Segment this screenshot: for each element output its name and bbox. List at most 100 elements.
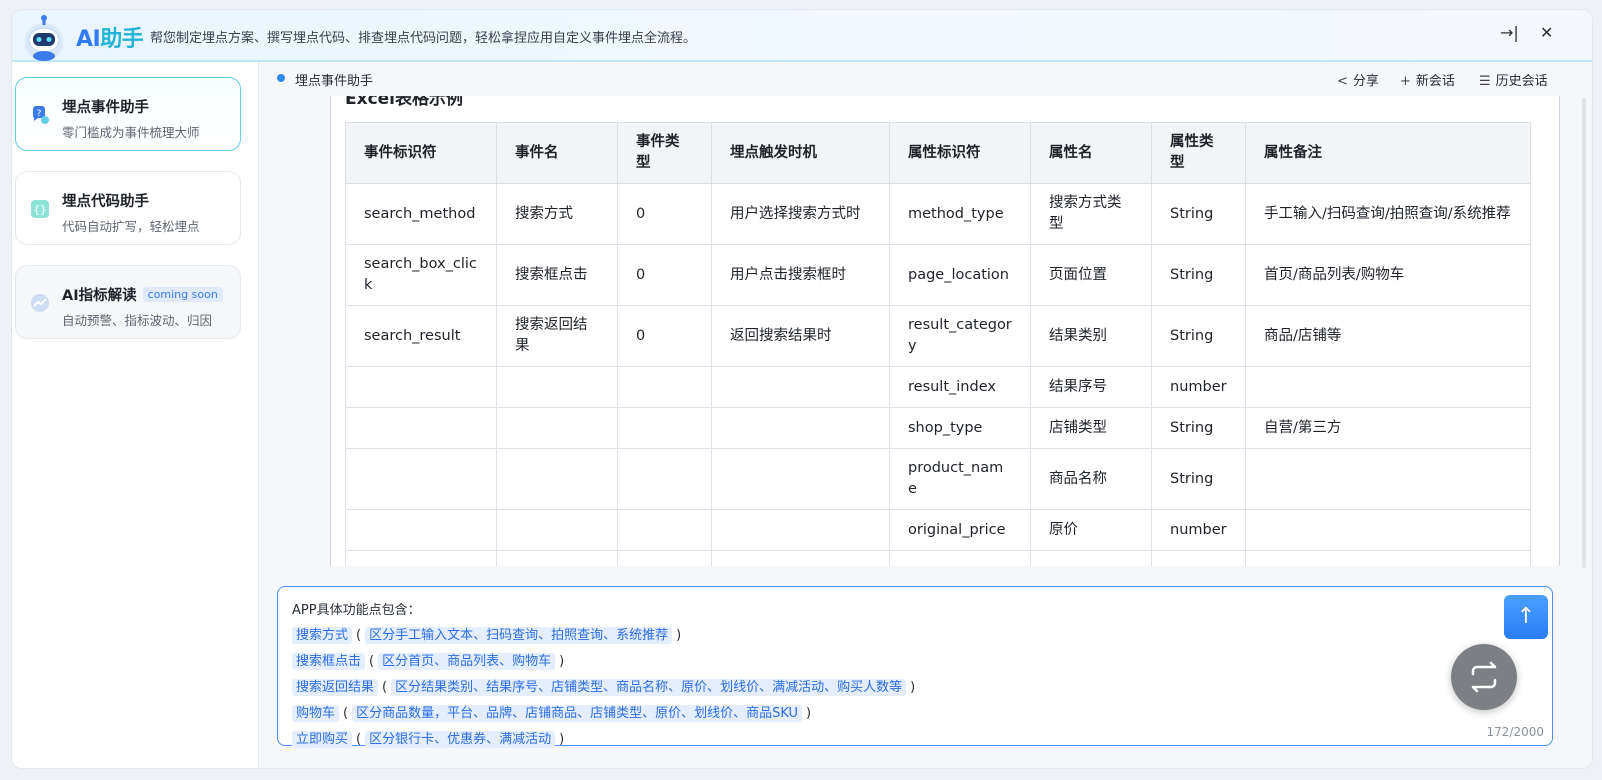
table-cell	[711, 550, 890, 566]
assistant-sidebar: ? 埋点事件助手 零门槛成为事件梳理大师 {} 埋点代码助手 代码自动扩写，轻松…	[12, 62, 259, 768]
new-chat-button[interactable]: + 新会话	[1400, 70, 1455, 89]
header-subtitle: 帮您制定埋点方案、撰写埋点代码、排查埋点代码问题，轻松拿捏应用自定义事件埋点全流…	[150, 31, 697, 46]
share-button[interactable]: < 分享	[1337, 70, 1379, 89]
table-row: search_box_click 搜索框点击 0 用户点击搜索框时 page_l…	[345, 244, 1531, 306]
table-cell	[496, 448, 618, 510]
plus-icon: +	[1400, 74, 1411, 89]
feature-detail-tag[interactable]: 区分结果类别、结果序号、店铺类型、商品名称、原价、划线价、满减活动、购买人数等	[391, 679, 907, 696]
table-cell: String	[1151, 183, 1246, 245]
table-cell: method_type	[889, 183, 1031, 245]
trend-chart-icon	[31, 294, 49, 312]
table-cell: 首页/商品列表/购物车	[1245, 244, 1531, 306]
prompt-line: 搜索返回结果(区分结果类别、结果序号、店铺类型、商品名称、原价、划线价、满减活动…	[292, 676, 919, 696]
table-cell	[711, 366, 890, 408]
table-cell	[345, 448, 497, 510]
table-header-cell: 属性类型	[1151, 122, 1246, 184]
table-row	[345, 550, 1531, 566]
prompt-input-box[interactable]: APP具体功能点包含： 搜索方式(区分手工输入文本、扫码查询、拍照查询、系统推荐…	[277, 586, 1553, 748]
table-cell	[617, 366, 712, 408]
excel-example-title: Excel表格示例	[345, 96, 464, 109]
chat-message-content[interactable]: Excel表格示例 事件标识符 事件名 事件类型 埋点触发时机 属性标识符 属性…	[330, 96, 1560, 566]
table-cell: search_method	[345, 183, 497, 245]
table-cell	[1245, 509, 1531, 551]
table-header-cell: 埋点触发时机	[711, 122, 890, 184]
table-cell	[711, 509, 890, 551]
feature-tag[interactable]: 搜索返回结果	[292, 679, 379, 696]
collapse-panel-icon[interactable]: →|	[1500, 23, 1519, 42]
table-cell	[1245, 550, 1531, 566]
table-cell	[889, 550, 1031, 566]
sidebar-item-title: 埋点代码助手	[62, 194, 149, 210]
table-cell: 商品名称	[1030, 448, 1152, 510]
table-cell: 用户点击搜索框时	[711, 244, 890, 306]
sidebar-item-title: 埋点事件助手	[62, 100, 149, 116]
table-cell: product_name	[889, 448, 1031, 510]
char-counter: 172/2000	[1486, 725, 1545, 739]
table-header-cell: 事件类型	[617, 122, 712, 184]
event-tracking-table: 事件标识符 事件名 事件类型 埋点触发时机 属性标识符 属性名 属性类型 属性备…	[345, 122, 1531, 566]
history-list-icon: ☰	[1479, 74, 1491, 89]
close-icon[interactable]: ✕	[1540, 23, 1553, 42]
robot-avatar-icon	[25, 15, 63, 61]
table-cell: result_category	[889, 305, 1031, 367]
table-row: search_method 搜索方式 0 用户选择搜索方式时 method_ty…	[345, 183, 1531, 245]
sidebar-item-title: AI指标解读 coming soon	[62, 284, 223, 305]
table-cell: 搜索框点击	[496, 244, 618, 306]
table-row: search_result 搜索返回结果 0 返回搜索结果时 result_ca…	[345, 305, 1531, 367]
feature-detail-tag[interactable]: 区分银行卡、优惠券、满减活动	[365, 731, 556, 748]
table-cell	[345, 550, 497, 566]
code-braces-icon: {}	[31, 200, 49, 218]
feature-tag[interactable]: 搜索方式	[292, 627, 353, 644]
feature-tag[interactable]: 搜索框点击	[292, 653, 366, 670]
table-cell	[617, 407, 712, 449]
prompt-line: 搜索方式(区分手工输入文本、扫码查询、拍照查询、系统推荐)	[292, 624, 685, 644]
table-cell	[496, 550, 618, 566]
table-row: shop_type 店铺类型 String 自营/第三方	[345, 407, 1531, 449]
sidebar-item-desc: 代码自动扩写，轻松埋点	[62, 219, 200, 234]
sidebar-item-ai-metric-insight[interactable]: AI指标解读 coming soon 自动预警、指标波动、归因	[15, 265, 241, 339]
sidebar-item-desc: 自动预警、指标波动、归因	[62, 313, 213, 328]
table-cell: shop_type	[889, 407, 1031, 449]
table-cell: 0	[617, 244, 712, 306]
switch-floating-button[interactable]	[1451, 644, 1517, 710]
feature-detail-tag[interactable]: 区分手工输入文本、扫码查询、拍照查询、系统推荐	[365, 627, 673, 644]
table-header-cell: 事件标识符	[345, 122, 497, 184]
table-cell	[345, 366, 497, 408]
table-cell: 0	[617, 183, 712, 245]
feature-detail-tag[interactable]: 区分商品数量，平台、品牌、店铺商品、店铺类型、原价、划线价、商品SKU	[352, 705, 803, 722]
table-cell	[345, 509, 497, 551]
table-row: result_index 结果序号 number	[345, 366, 1531, 408]
prompt-line: 购物车(区分商品数量，平台、品牌、店铺商品、店铺类型、原价、划线价、商品SKU)	[292, 702, 815, 722]
table-cell	[617, 550, 712, 566]
table-cell: page_location	[889, 244, 1031, 306]
table-cell	[496, 509, 618, 551]
sidebar-item-tracking-code-assistant[interactable]: {} 埋点代码助手 代码自动扩写，轻松埋点	[15, 171, 241, 245]
table-cell: 结果序号	[1030, 366, 1152, 408]
table-cell	[711, 407, 890, 449]
table-cell: 手工输入/扫码查询/拍照查询/系统推荐	[1245, 183, 1531, 245]
history-chat-button[interactable]: ☰ 历史会话	[1479, 70, 1548, 89]
prompt-line: 搜索框点击(区分首页、商品列表、购物车)	[292, 650, 568, 670]
svg-text:?: ?	[37, 109, 42, 119]
sidebar-item-tracking-event-assistant[interactable]: ? 埋点事件助手 零门槛成为事件梳理大师	[15, 77, 241, 151]
table-header-cell: 事件名	[496, 122, 618, 184]
send-button[interactable]: ↑	[1504, 595, 1548, 639]
table-cell: String	[1151, 448, 1246, 510]
content-scrollbar[interactable]	[1582, 98, 1586, 568]
table-cell: 商品/店铺等	[1245, 305, 1531, 367]
table-cell: String	[1151, 407, 1246, 449]
table-header-cell: 属性名	[1030, 122, 1152, 184]
table-cell: 原价	[1030, 509, 1152, 551]
table-cell: number	[1151, 366, 1246, 408]
table-cell: 店铺类型	[1030, 407, 1152, 449]
swap-arrows-icon	[1471, 661, 1497, 693]
feature-tag[interactable]: 购物车	[292, 705, 340, 722]
table-row: product_name 商品名称 String	[345, 448, 1531, 510]
feature-detail-tag[interactable]: 区分首页、商品列表、购物车	[378, 653, 556, 670]
feature-tag[interactable]: 立即购买	[292, 731, 353, 748]
table-cell	[1245, 448, 1531, 510]
table-cell	[1030, 550, 1152, 566]
table-header-row: 事件标识符 事件名 事件类型 埋点触发时机 属性标识符 属性名 属性类型 属性备…	[345, 122, 1531, 184]
table-cell: 用户选择搜索方式时	[711, 183, 890, 245]
table-cell: 自营/第三方	[1245, 407, 1531, 449]
